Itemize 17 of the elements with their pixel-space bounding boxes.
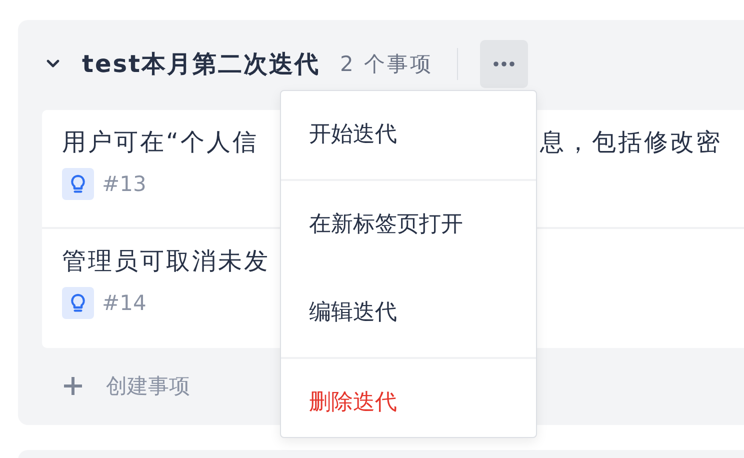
more-button[interactable]: [480, 40, 528, 88]
issue-title: 息，包括修改密: [540, 127, 722, 156]
sprint-title: test本月第二次迭代: [82, 49, 320, 80]
issue-number: #14: [102, 291, 146, 315]
more-icon: [493, 61, 516, 67]
menu-item[interactable]: 在新标签页打开: [281, 181, 536, 269]
issue-title: 管理员可取消未发: [62, 246, 271, 275]
chevron-icon[interactable]: [46, 59, 60, 69]
lightbulb-icon: [62, 287, 94, 319]
issue-number: #13: [102, 172, 146, 196]
plus-icon: [62, 375, 84, 397]
menu-item[interactable]: 开始迭代: [281, 91, 536, 179]
menu-item[interactable]: 删除迭代: [281, 359, 536, 447]
issue-count: 2 个事项: [340, 51, 434, 78]
lightbulb-icon: [62, 168, 94, 200]
menu-item[interactable]: 编辑迭代: [281, 269, 536, 357]
issue-title: 用户可在“个人信: [62, 127, 260, 156]
